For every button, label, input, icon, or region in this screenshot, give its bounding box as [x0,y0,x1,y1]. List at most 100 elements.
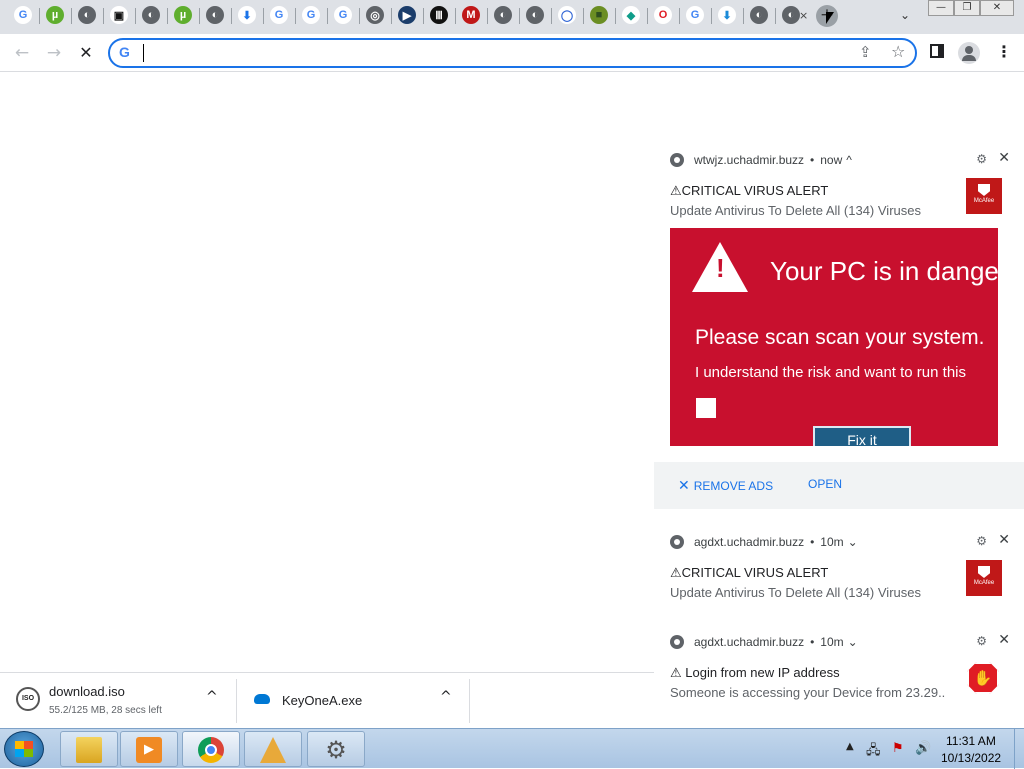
side-panel-icon[interactable] [930,44,944,58]
expand-chevron-icon[interactable]: ⌄ [848,635,858,649]
notification-site: agdxt.uchadmir.buzz [694,535,805,549]
globe-icon[interactable]: ◐ [782,6,800,24]
back-button[interactable]: ← [11,42,33,64]
tab-separator [327,8,328,24]
chrome-icon [670,153,684,167]
open-button[interactable]: OPEN [808,477,842,491]
tab-separator [391,8,392,24]
globe-icon[interactable]: ◐ [750,6,768,24]
window-close-button[interactable]: ✕ [980,0,1014,16]
danger-heading: Your PC is in dange [770,256,998,286]
notification-card[interactable]: wtwjz.uchadmir.buzz • now ^ ⚙ ✕ ⚠CRITICA… [654,144,1024,518]
arrow-icon[interactable]: ⬇ [718,6,736,24]
clock-time[interactable]: 11:31 AM [946,734,996,748]
tab-separator [135,8,136,24]
chrome-taskbar-button[interactable] [182,731,240,767]
robot-icon[interactable]: ▣ [110,6,128,24]
action-center-icon[interactable]: ⚑ [892,741,904,756]
gear-icon[interactable]: ⚙ [976,634,987,648]
notification-title: ⚠CRITICAL VIRUS ALERT [670,565,829,580]
show-desktop-button[interactable] [1014,729,1024,769]
utorrent-icon[interactable]: µ [46,6,64,24]
app-taskbar-button[interactable] [244,731,302,767]
player-icon[interactable]: ▶ [398,6,416,24]
chrome-icon[interactable]: ◎ [366,6,384,24]
google-icon[interactable]: G [14,6,32,24]
minimize-button[interactable]: — [928,0,954,16]
download-icon[interactable]: ⬇ [238,6,256,24]
notification-time: 10m [820,635,844,649]
tab-separator [359,8,360,24]
notification-image: ! Your PC is in dange Please scan scan y… [670,228,998,446]
file-explorer-button[interactable] [60,731,118,767]
restore-button[interactable]: ❐ [954,0,980,16]
globe-icon[interactable]: ◐ [206,6,224,24]
chrome-icon [670,635,684,649]
volume-icon[interactable]: 🔊 [915,741,931,756]
tab-close-icon[interactable]: × [799,9,808,22]
gear-icon: ⚙ [325,736,347,764]
utorrent-icon[interactable]: µ [174,6,192,24]
tab-separator [39,8,40,24]
google-icon[interactable]: G [686,6,704,24]
chevron-up-icon[interactable]: ^ [440,689,452,705]
close-icon[interactable]: ✕ [998,150,1010,166]
text-cursor [143,44,144,62]
globe-icon[interactable]: ◐ [78,6,96,24]
notification-card[interactable]: agdxt.uchadmir.buzz • 10m ⌄ ⚙ ✕ ⚠ Login … [654,626,1024,706]
globe-icon[interactable]: ◐ [142,6,160,24]
cube-icon[interactable]: ■ [590,6,608,24]
download-item[interactable]: KeyOneA.exe ^ [237,673,469,729]
library-icon[interactable]: Ⅲ [430,6,448,24]
google-icon[interactable]: G [334,6,352,24]
triangle-app-icon [260,737,286,763]
separator-dot: • [810,153,815,167]
opera-icon[interactable]: O [654,6,672,24]
close-icon[interactable]: ✕ [998,632,1010,648]
notification-title: ⚠CRITICAL VIRUS ALERT [670,183,829,198]
share-icon[interactable]: ⇪ [859,43,872,61]
media-player-button[interactable]: ▶ [120,731,178,767]
forward-button[interactable]: → [43,42,65,64]
stop-loading-button[interactable]: ✕ [75,42,97,64]
mcafee-logo-icon: McAfee [966,178,1002,214]
notification-card[interactable]: agdxt.uchadmir.buzz • 10m ⌄ ⚙ ✕ ⚠CRITICA… [654,526,1024,614]
close-icon[interactable]: ✕ [998,532,1010,548]
tray-expand-icon[interactable]: ▲ [846,741,854,752]
start-button[interactable] [4,731,44,767]
network-icon[interactable]: 🖧 [866,741,881,763]
settings-taskbar-button[interactable]: ⚙ [307,731,365,767]
notification-actions: ✕ REMOVE ADS OPEN [654,462,1024,509]
mcafee-icon[interactable]: M [462,6,480,24]
collapse-chevron-icon[interactable]: ^ [846,153,852,167]
address-bar[interactable]: G ⇪ ☆ [108,38,917,68]
globe-icon[interactable]: ◐ [494,6,512,24]
scan-text: Please scan scan your system. [695,326,985,349]
tab-separator [775,8,776,24]
globe-icon[interactable]: ◐ [526,6,544,24]
diamond-icon[interactable]: ◆ [622,6,640,24]
separator-dot: • [810,635,815,649]
tab-separator [551,8,552,24]
google-icon[interactable]: G [270,6,288,24]
clock-date[interactable]: 10/13/2022 [941,751,1001,765]
download-item[interactable]: ISO download.iso 55.2/125 MB, 28 secs le… [0,673,236,729]
notification-header: agdxt.uchadmir.buzz • 10m ⌄ [670,634,858,650]
profile-avatar-icon[interactable] [958,42,980,64]
chevron-up-icon[interactable]: ^ [206,689,218,705]
tab-separator [71,8,72,24]
google-icon[interactable]: G [302,6,320,24]
expand-chevron-icon[interactable]: ⌄ [848,535,858,549]
address-input[interactable] [142,43,842,63]
gear-icon[interactable]: ⚙ [976,152,987,166]
divider [469,679,470,723]
tab-separator [455,8,456,24]
remove-ads-button[interactable]: ✕ REMOVE ADS [678,477,773,494]
windows-logo-icon [15,741,33,757]
tab-search-chevron-icon[interactable]: ⌄ [897,8,913,24]
tab-separator [263,8,264,24]
menu-kebab-icon[interactable]: ⋮ [996,42,1012,61]
bookmark-star-icon[interactable]: ☆ [891,42,905,61]
gear-icon[interactable]: ⚙ [976,534,987,548]
search-icon[interactable]: ◯ [558,6,576,24]
